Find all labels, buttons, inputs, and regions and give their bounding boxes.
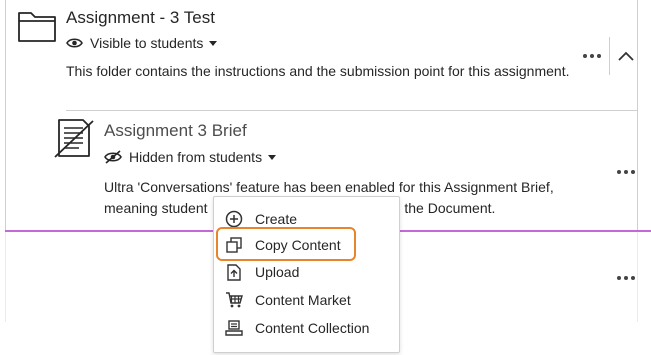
more-options-button[interactable] bbox=[617, 273, 635, 283]
folder-title[interactable]: Assignment - 3 Test bbox=[66, 8, 215, 28]
separator bbox=[609, 37, 610, 75]
menu-item-content-market[interactable]: Content Market bbox=[214, 288, 399, 312]
panel-border-left bbox=[5, 0, 6, 230]
document-title[interactable]: Assignment 3 Brief bbox=[104, 121, 247, 141]
collection-icon bbox=[225, 319, 243, 337]
visibility-label: Visible to students bbox=[90, 35, 204, 51]
panel-border-right bbox=[637, 232, 638, 322]
visibility-dropdown[interactable]: Hidden from students bbox=[104, 148, 277, 166]
folder-description: This folder contains the instructions an… bbox=[66, 63, 570, 79]
chevron-down-icon bbox=[268, 154, 277, 160]
more-options-button[interactable] bbox=[583, 51, 601, 61]
visibility-dropdown[interactable]: Visible to students bbox=[66, 34, 218, 52]
divider bbox=[66, 110, 638, 111]
collapse-chevron-icon[interactable] bbox=[615, 45, 637, 67]
document-hidden-icon bbox=[53, 117, 95, 159]
upload-icon bbox=[225, 263, 243, 281]
plus-circle-icon bbox=[225, 210, 243, 228]
panel-border-left bbox=[5, 232, 6, 322]
menu-item-label: Content Market bbox=[255, 292, 351, 308]
panel-border-right bbox=[637, 0, 638, 230]
visibility-label: Hidden from students bbox=[129, 149, 263, 165]
add-content-menu: Create Copy Content Upload Content Marke… bbox=[213, 196, 400, 353]
menu-item-label: Content Collection bbox=[255, 320, 370, 336]
menu-item-label: Create bbox=[255, 211, 298, 227]
cart-icon bbox=[225, 291, 243, 309]
menu-item-content-collection[interactable]: Content Collection bbox=[214, 316, 399, 340]
chevron-down-icon bbox=[209, 40, 218, 46]
menu-item-upload[interactable]: Upload bbox=[214, 260, 399, 284]
eye-slash-icon bbox=[104, 150, 122, 164]
more-options-button[interactable] bbox=[617, 167, 635, 177]
menu-item-label: Upload bbox=[255, 264, 300, 280]
folder-icon bbox=[17, 9, 57, 43]
highlight-box bbox=[216, 227, 356, 261]
eye-icon bbox=[66, 38, 83, 48]
